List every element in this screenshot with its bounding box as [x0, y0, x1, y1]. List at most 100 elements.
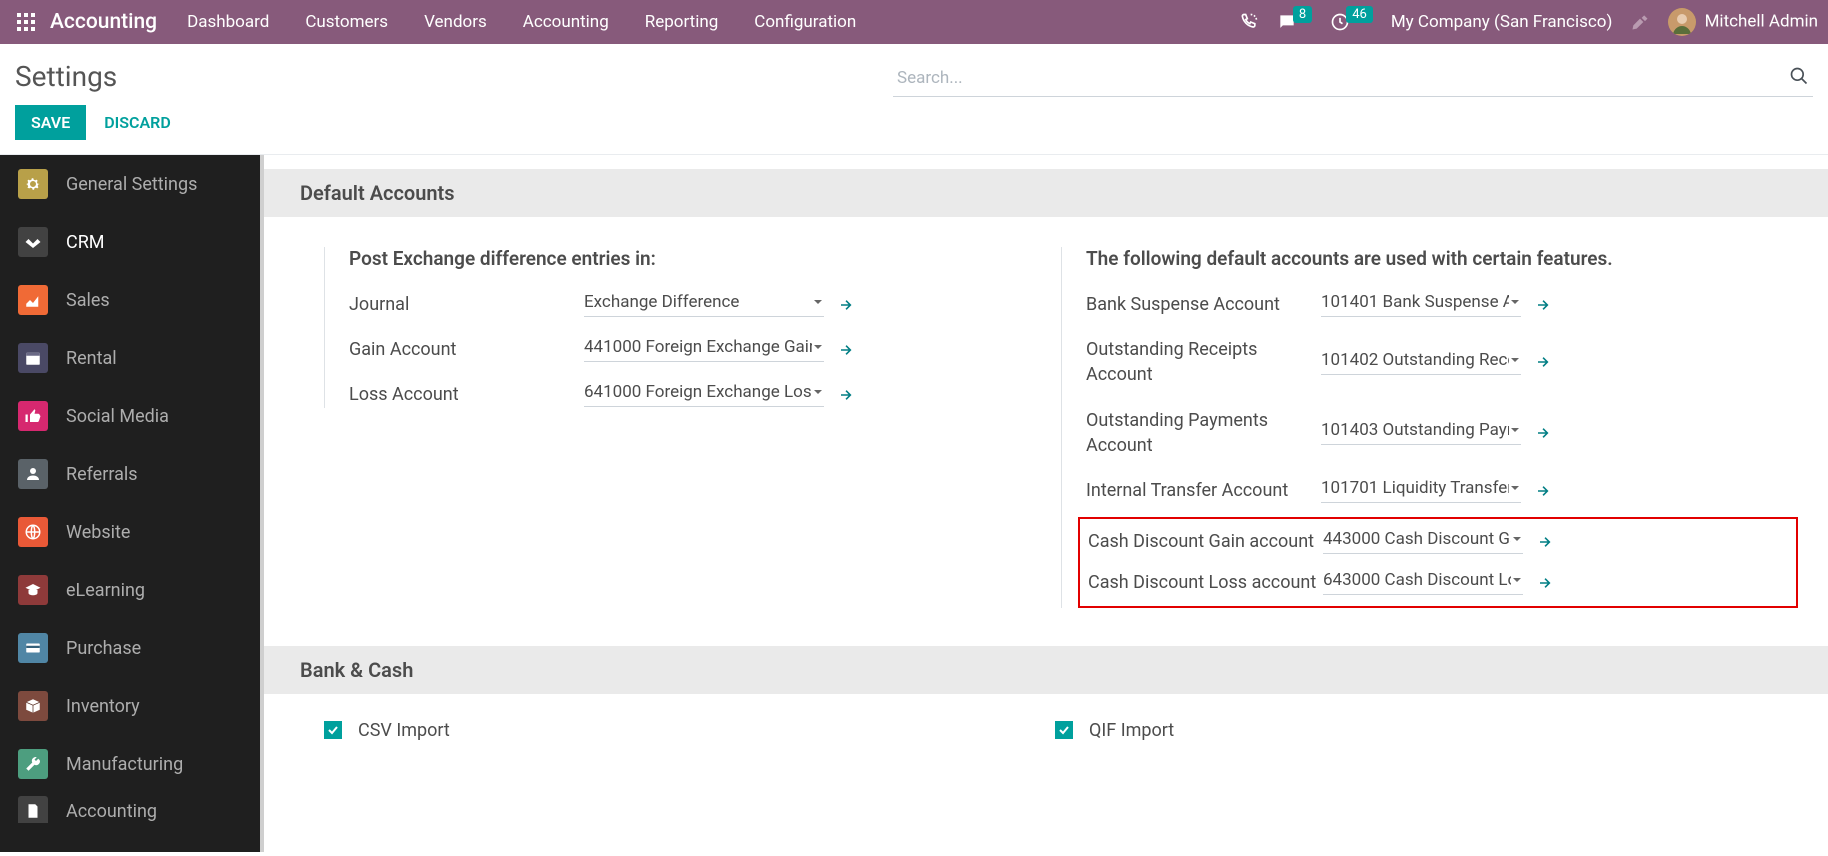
- top-menu: Dashboard Customers Vendors Accounting R…: [187, 12, 856, 32]
- sidebar-item-label: Manufacturing: [66, 754, 183, 775]
- internal-transfer-select[interactable]: 101701 Liquidity Transfer: [1321, 478, 1521, 503]
- user-name: Mitchell Admin: [1705, 11, 1818, 31]
- field-label: Bank Suspense Account: [1086, 292, 1321, 317]
- sidebar-item-accounting[interactable]: Accounting: [0, 793, 260, 823]
- external-link-icon[interactable]: [838, 386, 856, 404]
- highlighted-cash-discount: Cash Discount Gain account 443000 Cash D…: [1078, 517, 1798, 607]
- external-link-icon[interactable]: [838, 341, 856, 359]
- menu-dashboard[interactable]: Dashboard: [187, 12, 269, 32]
- chevron-down-icon: [1509, 296, 1521, 308]
- field-cash-discount-loss: Cash Discount Loss account 643000 Cash D…: [1088, 570, 1788, 595]
- sidebar-item-label: Social Media: [66, 406, 169, 427]
- sidebar-item-label: Accounting: [66, 801, 157, 822]
- menu-customers[interactable]: Customers: [305, 12, 388, 32]
- field-label: Gain Account: [349, 337, 584, 362]
- sidebar-item-purchase[interactable]: Purchase: [0, 619, 260, 677]
- sidebar-item-label: Inventory: [66, 696, 140, 717]
- external-link-icon[interactable]: [838, 296, 856, 314]
- csv-import-option: CSV Import: [264, 720, 1031, 741]
- external-link-icon[interactable]: [1535, 482, 1553, 500]
- sidebar-item-label: Website: [66, 522, 130, 543]
- handshake-icon: [18, 227, 48, 257]
- chevron-down-icon: [1509, 482, 1521, 494]
- card-icon: [18, 633, 48, 663]
- field-loss-account: Loss Account 641000 Foreign Exchange Los…: [349, 382, 1061, 407]
- field-label: Journal: [349, 292, 584, 317]
- journal-select[interactable]: Exchange Difference: [584, 292, 824, 317]
- sidebar-item-elearning[interactable]: eLearning: [0, 561, 260, 619]
- thumbs-up-icon: [18, 401, 48, 431]
- wrench-icon: [18, 749, 48, 779]
- sidebar-item-social-media[interactable]: Social Media: [0, 387, 260, 445]
- default-accounts-subtitle: The following default accounts are used …: [1086, 247, 1798, 270]
- csv-import-checkbox[interactable]: [324, 721, 342, 739]
- sidebar-item-inventory[interactable]: Inventory: [0, 677, 260, 735]
- menu-vendors[interactable]: Vendors: [424, 12, 487, 32]
- field-outstanding-payments: Outstanding Payments Account 101403 Outs…: [1086, 408, 1798, 458]
- sidebar-item-website[interactable]: Website: [0, 503, 260, 561]
- apps-icon[interactable]: [10, 6, 42, 38]
- doc-icon: [18, 796, 48, 823]
- outstanding-receipts-select[interactable]: 101402 Outstanding Receipts: [1321, 350, 1521, 375]
- phone-icon[interactable]: [1239, 12, 1259, 32]
- search-input[interactable]: [893, 60, 1813, 97]
- external-link-icon[interactable]: [1535, 353, 1553, 371]
- chevron-down-icon: [1509, 424, 1521, 436]
- sidebar-item-general-settings[interactable]: General Settings: [0, 155, 260, 213]
- debug-icon[interactable]: [1630, 12, 1650, 32]
- settings-sidebar: General Settings CRM Sales Rental Social…: [0, 155, 264, 852]
- outstanding-payments-select[interactable]: 101403 Outstanding Payments: [1321, 420, 1521, 445]
- globe-icon: [18, 517, 48, 547]
- cash-discount-loss-select[interactable]: 643000 Cash Discount Loss: [1323, 570, 1523, 595]
- gain-account-select[interactable]: 441000 Foreign Exchange Gain: [584, 337, 824, 362]
- external-link-icon[interactable]: [1537, 574, 1555, 592]
- messages-icon[interactable]: 8: [1277, 12, 1312, 32]
- field-outstanding-receipts: Outstanding Receipts Account 101402 Outs…: [1086, 337, 1798, 387]
- field-label: Internal Transfer Account: [1086, 478, 1321, 503]
- search-icon[interactable]: [1789, 66, 1809, 86]
- calendar-icon: [18, 343, 48, 373]
- loss-account-select[interactable]: 641000 Foreign Exchange Loss: [584, 382, 824, 407]
- discard-button[interactable]: DISCARD: [104, 105, 171, 140]
- topbar-right: 8 46 My Company (San Francisco) Mitchell…: [1239, 8, 1818, 36]
- sidebar-item-sales[interactable]: Sales: [0, 271, 260, 329]
- sidebar-item-label: eLearning: [66, 580, 145, 601]
- sidebar-item-label: Referrals: [66, 464, 138, 485]
- sidebar-item-label: CRM: [66, 232, 105, 253]
- sidebar-item-label: Rental: [66, 348, 117, 369]
- sidebar-item-rental[interactable]: Rental: [0, 329, 260, 387]
- field-label: Outstanding Receipts Account: [1086, 337, 1321, 387]
- menu-configuration[interactable]: Configuration: [754, 12, 856, 32]
- field-label: Outstanding Payments Account: [1086, 408, 1321, 458]
- csv-import-label: CSV Import: [358, 720, 450, 741]
- cash-discount-gain-select[interactable]: 443000 Cash Discount Gain: [1323, 529, 1523, 554]
- box-icon: [18, 691, 48, 721]
- activities-badge: 46: [1346, 6, 1373, 23]
- chevron-down-icon: [1509, 354, 1521, 366]
- qif-import-checkbox[interactable]: [1055, 721, 1073, 739]
- external-link-icon[interactable]: [1535, 424, 1553, 442]
- top-navbar: Accounting Dashboard Customers Vendors A…: [0, 0, 1828, 44]
- field-label: Cash Discount Gain account: [1088, 529, 1323, 554]
- sidebar-item-label: Sales: [66, 290, 110, 311]
- external-link-icon[interactable]: [1537, 533, 1555, 551]
- external-link-icon[interactable]: [1535, 296, 1553, 314]
- settings-content: Default Accounts Post Exchange differenc…: [264, 155, 1828, 852]
- sidebar-item-label: Purchase: [66, 638, 141, 659]
- page-header: Settings SAVE DISCARD: [0, 44, 1828, 155]
- sidebar-item-crm[interactable]: CRM: [0, 213, 260, 271]
- exchange-subtitle: Post Exchange difference entries in:: [349, 247, 1061, 270]
- user-menu[interactable]: Mitchell Admin: [1668, 8, 1818, 36]
- company-switcher[interactable]: My Company (San Francisco): [1391, 12, 1613, 32]
- menu-reporting[interactable]: Reporting: [645, 12, 719, 32]
- bank-suspense-select[interactable]: 101401 Bank Suspense Account: [1321, 292, 1521, 317]
- menu-accounting[interactable]: Accounting: [523, 12, 609, 32]
- app-brand[interactable]: Accounting: [50, 10, 157, 34]
- qif-import-label: QIF Import: [1089, 720, 1174, 741]
- sidebar-item-manufacturing[interactable]: Manufacturing: [0, 735, 260, 793]
- field-label: Loss Account: [349, 382, 584, 407]
- save-button[interactable]: SAVE: [15, 105, 86, 140]
- activities-icon[interactable]: 46: [1330, 12, 1373, 32]
- page-title: Settings: [15, 60, 171, 93]
- sidebar-item-referrals[interactable]: Referrals: [0, 445, 260, 503]
